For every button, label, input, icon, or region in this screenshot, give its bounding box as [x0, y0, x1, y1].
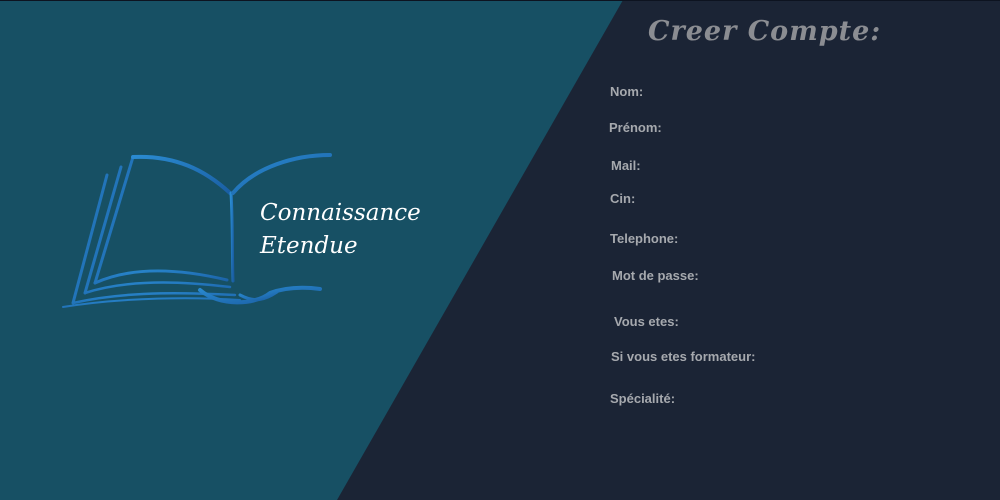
open-book-icon: [62, 153, 332, 308]
specialite-label: Spécialité:: [610, 391, 676, 406]
formateur-label: Si vous etes formateur:: [611, 349, 756, 364]
logo: Connaissance Etendue: [55, 145, 455, 315]
signup-page: Connaissance Etendue Creer Compte: Nom: …: [0, 0, 1000, 500]
mail-label: Mail:: [611, 158, 641, 173]
password-input[interactable]: [712, 265, 968, 285]
cin-input[interactable]: [660, 188, 968, 208]
prenom-label: Prénom:: [609, 120, 662, 135]
role-label: Vous etes:: [614, 314, 679, 329]
role-input[interactable]: [695, 311, 968, 331]
logo-text-line1: Connaissance: [260, 200, 421, 226]
cin-label: Cin:: [610, 191, 636, 206]
telephone-input[interactable]: [695, 228, 968, 248]
top-border: [0, 0, 1000, 1]
logo-text-line2: Etendue: [260, 233, 358, 259]
prenom-input[interactable]: [675, 117, 968, 137]
nom-label: Nom:: [610, 84, 644, 99]
form-title: Creer Compte:: [648, 16, 882, 47]
formateur-input[interactable]: [770, 346, 968, 366]
password-label: Mot de passe:: [612, 268, 699, 283]
specialite-input[interactable]: [690, 388, 968, 408]
telephone-label: Telephone:: [610, 231, 679, 246]
mail-input[interactable]: [660, 155, 968, 175]
nom-input[interactable]: [660, 81, 968, 101]
